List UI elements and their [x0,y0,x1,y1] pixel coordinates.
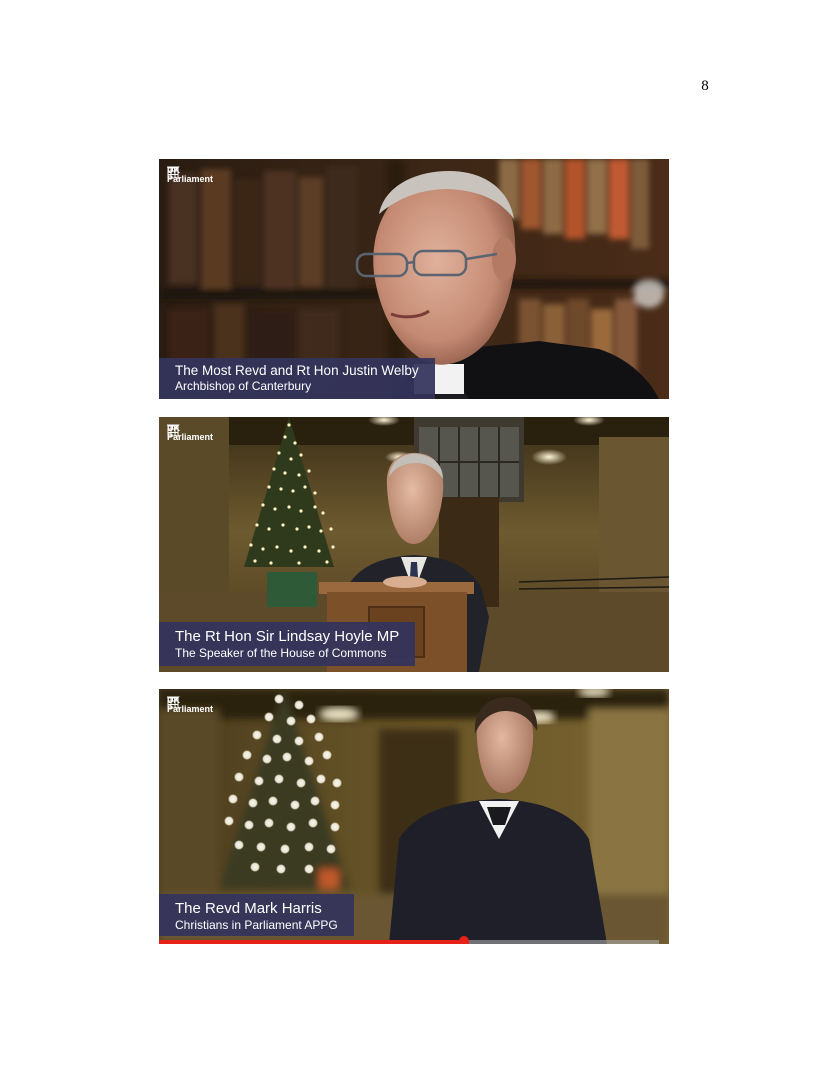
portcullis-icon [167,166,179,179]
speaker-role: Christians in Parliament APPG [175,918,338,932]
video-still-mark-harris: UK Parliament The Revd Mark Harris Chris… [159,689,669,944]
speaker-role: Archbishop of Canterbury [175,379,312,393]
page-number: 8 [701,78,709,94]
speaker-name: The Most Revd and Rt Hon Justin Welby [175,363,419,378]
portcullis-icon [167,424,179,437]
video-still-speaker: UK Parliament The Rt Hon Sir Lindsay Hoy… [159,417,669,672]
portcullis-icon [167,696,179,709]
uk-parliament-logo: UK Parliament [167,696,213,714]
lower-third-caption: The Rt Hon Sir Lindsay Hoyle MP The Spea… [159,622,416,666]
speaker-role: The Speaker of the House of Commons [175,646,387,660]
speaker-name: The Rt Hon Sir Lindsay Hoyle MP [175,628,400,645]
lower-third-caption: The Revd Mark Harris Christians in Parli… [159,894,354,936]
lower-third-caption: The Most Revd and Rt Hon Justin Welby Ar… [159,358,435,399]
speaker-name: The Revd Mark Harris [175,900,322,917]
video-still-archbishop: UK Parliament The Most Revd and Rt Hon J… [159,159,669,399]
uk-parliament-logo: UK Parliament [167,424,213,442]
uk-parliament-logo: UK Parliament [167,166,213,184]
